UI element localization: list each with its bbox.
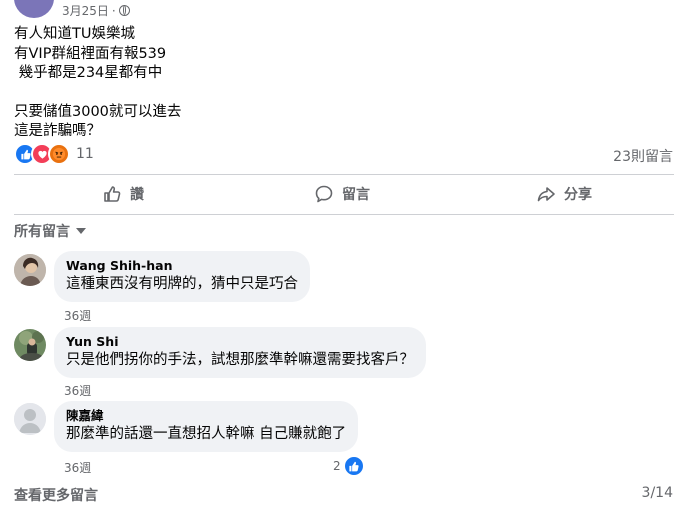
post-date[interactable]: 3月25日 bbox=[62, 2, 109, 19]
globe-icon bbox=[118, 5, 130, 16]
commenter-avatar[interactable] bbox=[14, 254, 46, 286]
divider bbox=[14, 174, 674, 175]
share-button[interactable]: 分享 bbox=[536, 184, 592, 204]
share-label: 分享 bbox=[564, 187, 592, 203]
like-label: 讚 bbox=[130, 187, 144, 203]
like-reaction-icon bbox=[342, 455, 365, 477]
commenter-name[interactable]: 陳嘉緯 bbox=[66, 408, 346, 424]
comment-label: 留言 bbox=[342, 187, 370, 203]
thumbs-up-icon bbox=[104, 186, 121, 202]
comment-like-number: 2 bbox=[333, 459, 341, 473]
comment-like-count[interactable]: 2 bbox=[333, 455, 365, 477]
reaction-count[interactable]: 11 bbox=[76, 146, 94, 162]
comment-text: 只是他們拐你的手法，試想那麼準幹嘛還需要找客戶？ bbox=[66, 352, 414, 368]
post-line: 幾乎都是234星都有中 bbox=[14, 65, 163, 81]
comment-bubble: Yun Shi 只是他們拐你的手法，試想那麼準幹嘛還需要找客戶？ bbox=[54, 327, 426, 378]
comment-bubble-icon bbox=[315, 185, 333, 203]
comment-bubble: 陳嘉緯 那麼準的話還一直想招人幹嘛 自己賺就飽了 bbox=[54, 401, 359, 452]
comment-count[interactable]: 23則留言 bbox=[613, 146, 673, 166]
meta-separator: · bbox=[111, 3, 116, 18]
post-line: 只要儲值3000就可以進去 bbox=[14, 103, 182, 120]
post-line: 有人知道TU娛樂城 bbox=[14, 26, 135, 42]
sort-label: 所有留言 bbox=[14, 224, 70, 240]
poster-avatar[interactable] bbox=[14, 0, 54, 18]
comment-sort-dropdown[interactable]: 所有留言 bbox=[14, 221, 86, 241]
post-line-blank bbox=[14, 84, 181, 103]
post-line: 這是詐騙嗎？ bbox=[14, 123, 101, 139]
comment-time[interactable]: 36週 bbox=[64, 382, 91, 399]
comment-text: 那麼準的話還一直想招人幹嘛 自己賺就飽了 bbox=[66, 426, 347, 442]
comment-bubble: Wang Shih-han 這種東西沒有明牌的，猜中只是巧合 bbox=[54, 251, 310, 302]
post-body: 有人知道TU娛樂城 有VIP群組裡面有報539 幾乎都是234星都有中 只要儲值… bbox=[14, 25, 181, 142]
like-button[interactable]: 讚 bbox=[102, 184, 144, 204]
commenter-name[interactable]: Wang Shih-han bbox=[66, 258, 298, 274]
reaction-icons[interactable] bbox=[14, 143, 70, 165]
share-arrow-icon bbox=[537, 187, 555, 202]
comment-time[interactable]: 36週 bbox=[64, 459, 91, 476]
divider bbox=[14, 214, 674, 215]
comment-pagination: 3/14 bbox=[641, 485, 673, 501]
comment-text: 這種東西沒有明牌的，猜中只是巧合 bbox=[66, 276, 298, 292]
view-more-comments-link[interactable]: 查看更多留言 bbox=[14, 485, 98, 505]
post-meta: 3月25日 · bbox=[62, 2, 130, 19]
commenter-avatar[interactable] bbox=[14, 329, 46, 361]
commenter-name[interactable]: Yun Shi bbox=[66, 334, 414, 350]
post-line: 有VIP群組裡面有報539 bbox=[14, 45, 167, 62]
comment-button[interactable]: 留言 bbox=[314, 184, 370, 204]
comment-time[interactable]: 36週 bbox=[64, 307, 91, 324]
caret-down-icon bbox=[76, 228, 86, 234]
angry-reaction-icon bbox=[48, 143, 70, 165]
default-avatar-icon[interactable] bbox=[14, 403, 46, 435]
